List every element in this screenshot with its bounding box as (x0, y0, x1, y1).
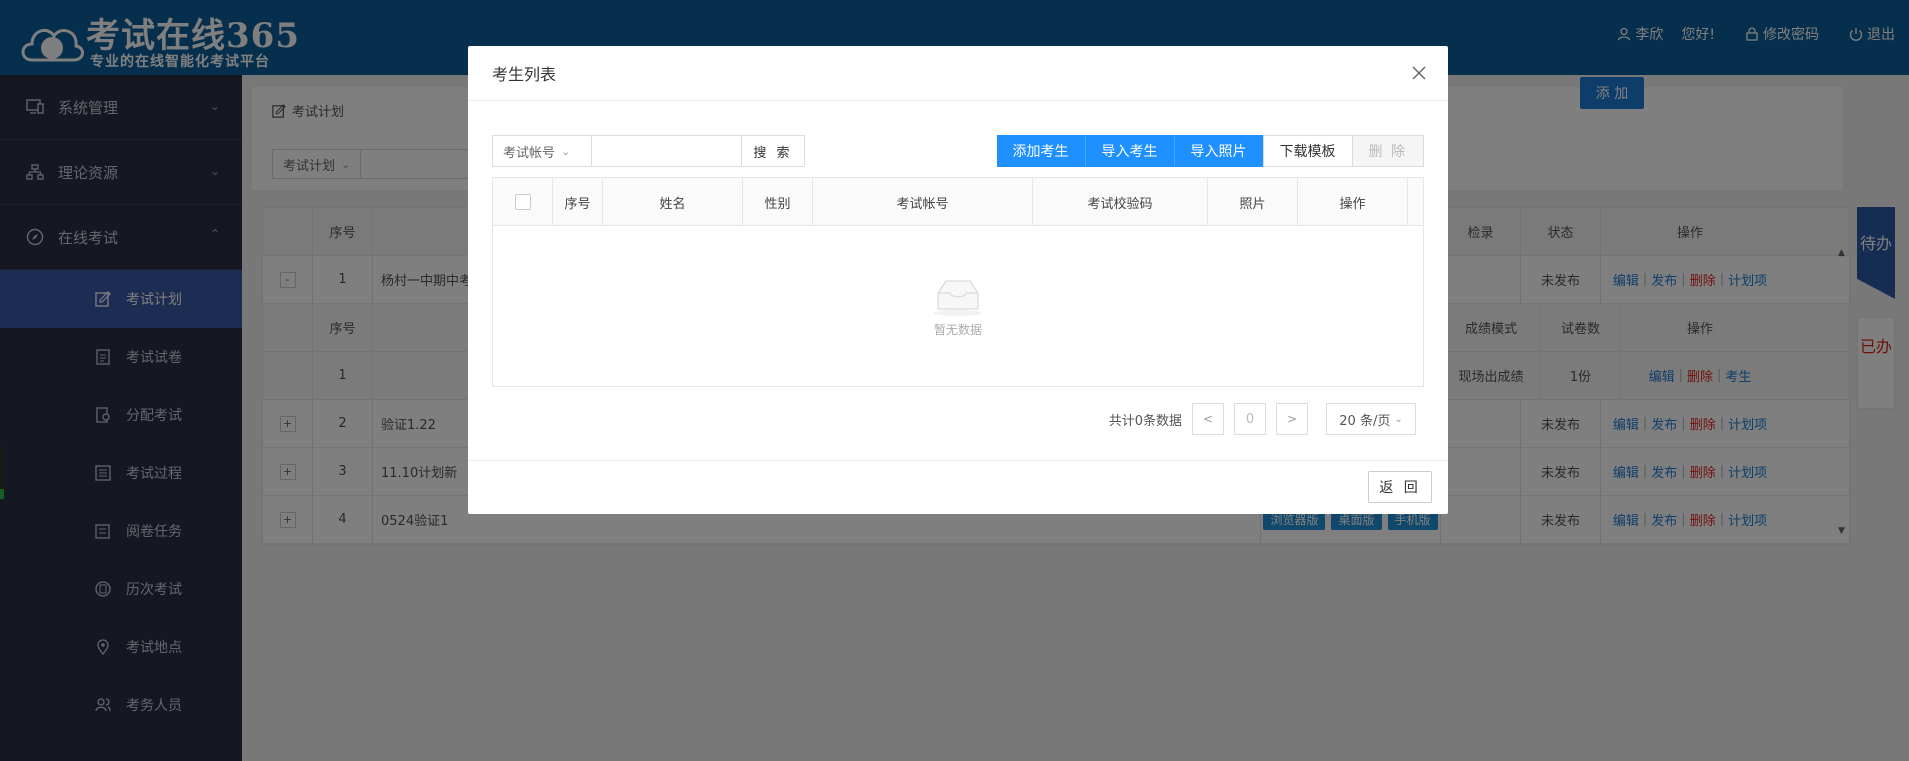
back-button[interactable]: 返 回 (1368, 471, 1432, 503)
page-size-select[interactable]: 20 条/页 ⌄ (1326, 403, 1416, 435)
column-gender: 性别 (743, 178, 813, 226)
column-seq: 序号 (553, 178, 603, 226)
column-name: 姓名 (603, 178, 743, 226)
student-table: 序号 姓名 性别 考试帐号 考试校验码 照片 操作 暂无数据 (492, 177, 1424, 387)
search-button[interactable]: 搜 索 (742, 135, 805, 167)
column-account: 考试帐号 (813, 178, 1033, 226)
student-table-header: 序号 姓名 性别 考试帐号 考试校验码 照片 操作 (493, 178, 1423, 226)
chevron-down-icon: ⌄ (561, 144, 571, 158)
modal-toolbar: 考试帐号 ⌄ 搜 索 添加考生 导入考生 导入照片 下载模板 删 除 (492, 135, 1424, 167)
empty-state: 暂无数据 (493, 226, 1423, 386)
add-student-button[interactable]: 添加考生 (996, 135, 1086, 167)
total-count: 共计0条数据 (1108, 413, 1182, 429)
pagination: 共计0条数据 < 0 > 20 条/页 ⌄ (1109, 403, 1416, 435)
next-page-button[interactable]: > (1276, 403, 1308, 435)
column-verify-code: 考试校验码 (1033, 178, 1208, 226)
import-photos-button[interactable]: 导入照片 (1174, 135, 1263, 167)
close-icon[interactable] (1408, 62, 1430, 84)
chevron-down-icon: ⌄ (1394, 413, 1403, 425)
select-all-checkbox[interactable] (514, 194, 531, 210)
search-field-select[interactable]: 考试帐号 ⌄ (492, 135, 592, 167)
search-field-value: 考试帐号 (503, 145, 556, 161)
student-list-modal: 考生列表 考试帐号 ⌄ 搜 索 添加考生 导入考生 导入照片 下载模板 删 除 … (468, 46, 1448, 514)
delete-button[interactable]: 删 除 (1352, 135, 1424, 167)
column-actions: 操作 (1298, 178, 1408, 226)
search-input[interactable] (592, 135, 742, 167)
empty-text: 暂无数据 (933, 322, 982, 337)
import-students-button[interactable]: 导入考生 (1085, 135, 1175, 167)
column-photo: 照片 (1208, 178, 1298, 226)
modal-footer: 返 回 (468, 460, 1448, 514)
prev-page-button[interactable]: < (1192, 403, 1224, 435)
page-size-value: 20 条/页 (1339, 413, 1391, 429)
modal-title: 考生列表 (492, 65, 557, 84)
current-page[interactable]: 0 (1234, 403, 1266, 435)
empty-inbox-icon (934, 279, 982, 316)
download-template-button[interactable]: 下载模板 (1262, 135, 1353, 167)
modal-header: 考生列表 (468, 46, 1448, 101)
